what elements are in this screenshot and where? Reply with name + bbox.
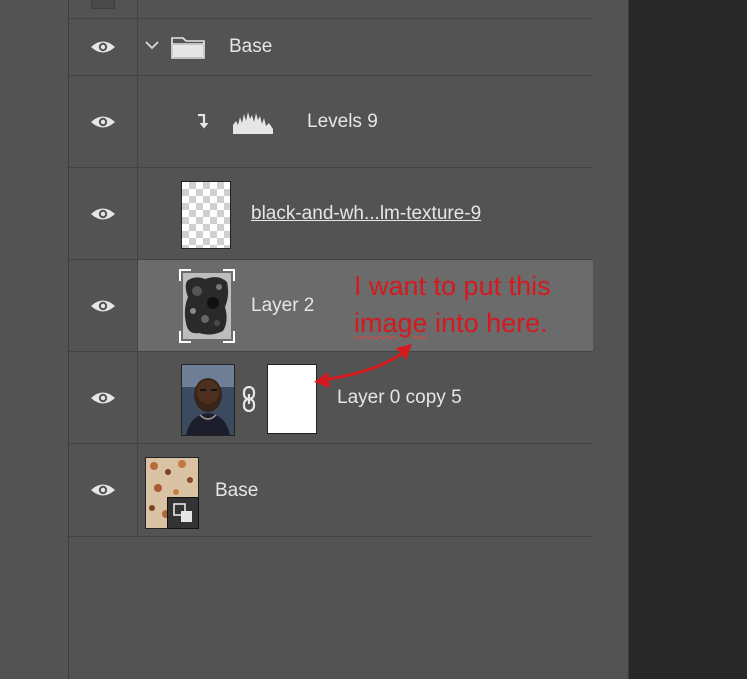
visibility-toggle[interactable]	[69, 260, 138, 351]
layer-row-base-group[interactable]: Base	[69, 19, 593, 76]
layer-row-texture[interactable]: black-and-wh...lm-texture-9	[69, 168, 593, 260]
layer-name: Base	[229, 36, 273, 57]
visibility-toggle[interactable]	[69, 0, 138, 18]
folder-icon	[171, 37, 205, 59]
layer-row-base-smart[interactable]: Base	[69, 444, 593, 537]
workspace-background	[629, 0, 747, 679]
layer-row-partial[interactable]	[69, 0, 593, 19]
annotation-arrow-icon	[314, 344, 412, 388]
clipping-arrow-icon	[198, 114, 209, 129]
layer-name: Levels 9	[307, 111, 378, 132]
layer-name: Layer 2	[251, 295, 315, 316]
smart-object-badge-icon	[167, 497, 199, 529]
eye-icon	[91, 392, 115, 403]
visibility-toggle[interactable]	[69, 352, 138, 443]
layer-thumbnail	[179, 269, 235, 343]
layer-thumbnail	[181, 364, 235, 436]
levels-histogram-icon	[233, 112, 273, 134]
eye-icon	[91, 484, 115, 496]
visibility-toggle[interactable]	[69, 444, 138, 536]
eye-icon	[91, 208, 115, 219]
eye-icon	[91, 300, 115, 311]
annotation-text: I want to put this image into here.	[354, 268, 551, 342]
layer-row-levels[interactable]: Levels 9	[69, 76, 593, 168]
layer-name: Base	[215, 480, 259, 501]
visibility-toggle[interactable]	[69, 168, 138, 259]
eye-icon	[91, 41, 115, 53]
visibility-box-icon	[91, 0, 115, 9]
panel-left-strip	[0, 0, 68, 679]
visibility-toggle[interactable]	[69, 76, 138, 167]
annotation-line-2-underlined: image	[354, 308, 428, 338]
layer-thumbnail	[181, 181, 231, 249]
annotation-line-1: I want to put this	[354, 271, 551, 301]
visibility-toggle[interactable]	[69, 19, 138, 75]
chevron-down-icon[interactable]	[145, 41, 159, 50]
panel-right-gap	[594, 0, 628, 679]
eye-icon	[91, 116, 115, 127]
annotation-line-2: image into here.	[354, 305, 551, 342]
layer-name: black-and-wh...lm-texture-9	[251, 203, 482, 224]
annotation-line-2-rest: into here.	[427, 308, 548, 338]
link-chain-icon[interactable]	[241, 386, 257, 412]
